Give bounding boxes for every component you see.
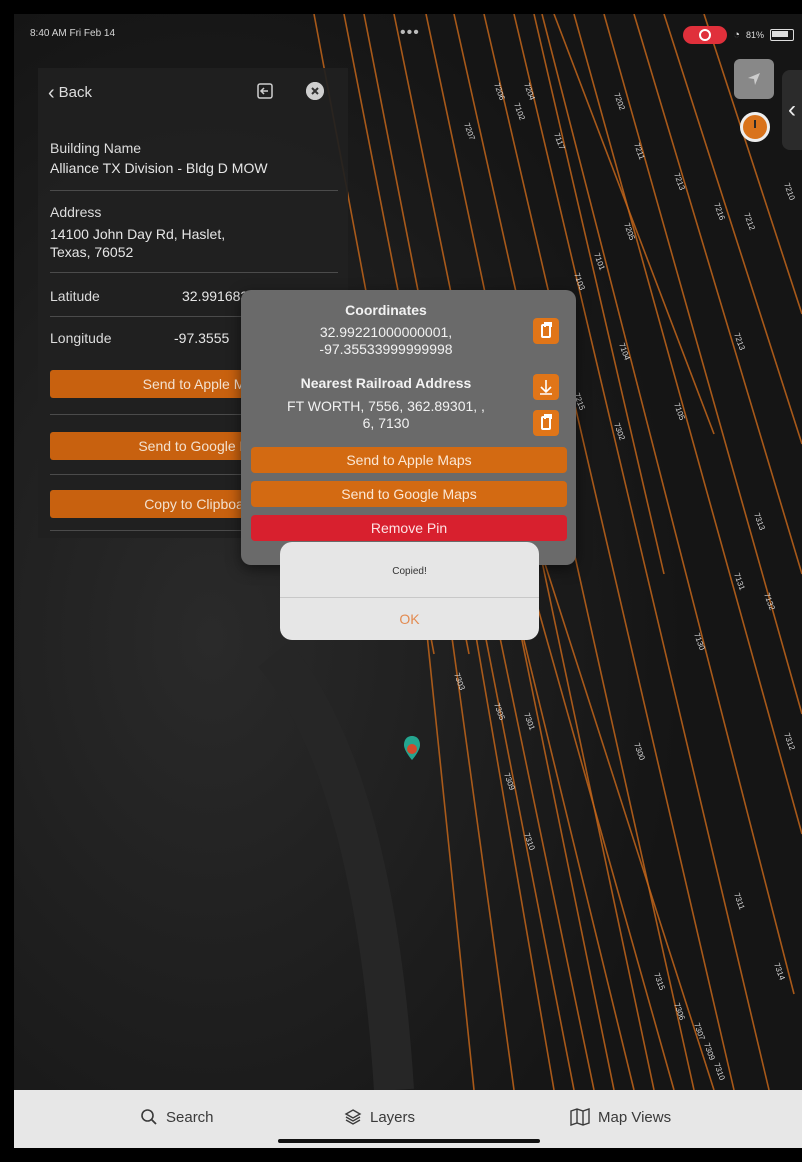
track-label: 7301 (522, 712, 537, 732)
track-label: 7210 (782, 182, 797, 202)
track-label: 7309 (502, 772, 517, 792)
track-label: 7206 (492, 82, 507, 102)
track-label: 7103 (572, 272, 587, 292)
coordinates-line-2: -97.35533999999998 (319, 341, 453, 357)
track-label: 7105 (672, 402, 687, 422)
clipboard-icon (541, 414, 552, 430)
device-screen: 7206 7102 7204 7117 7207 7202 7211 7213 7216 7212… (14, 14, 802, 1148)
tab-map-views-label: Map Views (598, 1108, 672, 1126)
wifi-icon: ◔ (733, 29, 740, 41)
track-label: 7211 (632, 142, 647, 162)
user-location-marker[interactable] (402, 734, 422, 762)
back-label: Back (58, 84, 93, 101)
tab-map-views[interactable]: Map Views (570, 1108, 671, 1126)
location-arrow-icon (748, 73, 760, 85)
home-indicator (278, 1139, 540, 1143)
status-indicators: ◔ 81% (683, 26, 794, 44)
track-label: 7315 (652, 972, 667, 992)
export-icon[interactable] (256, 82, 274, 100)
compass-button[interactable] (740, 112, 770, 142)
close-icon[interactable] (306, 82, 324, 100)
track-label: 7305 (492, 702, 507, 722)
search-icon (141, 1109, 157, 1125)
track-label: 7204 (522, 82, 537, 102)
longitude-label: Longitude (50, 330, 112, 346)
track-label: 7306 (672, 1002, 687, 1022)
track-label: 7307 (692, 1022, 707, 1042)
alert-ok-button[interactable]: OK (280, 598, 539, 640)
track-label: 7104 (617, 342, 632, 362)
map-icon (570, 1108, 590, 1126)
track-label: 7102 (512, 102, 527, 122)
address-line-2: Texas, 76052 (50, 244, 134, 260)
coordinates-line-1: 32.99221000000001, (319, 324, 453, 340)
panel-header: ‹ Back (38, 68, 348, 114)
track-line (633, 14, 802, 575)
railroad-address-value: FT WORTH, 7556, 362.89301, , 6, 7130 (241, 398, 531, 432)
tab-layers[interactable]: Layers (344, 1108, 415, 1126)
railroad-address-line-2: 6, 7130 (362, 415, 410, 431)
building-name-label: Building Name (50, 140, 142, 156)
track-label: 7300 (632, 742, 647, 762)
copied-alert-dialog: Copied! OK (280, 542, 539, 640)
track-label: 7207 (462, 122, 477, 142)
track-label: 7212 (742, 212, 757, 232)
multitask-dots[interactable]: ••• (400, 24, 420, 42)
recording-indicator[interactable] (683, 26, 728, 44)
address-line-1: 14100 John Day Rd, Haslet, (50, 226, 226, 242)
track-label: 7132 (762, 592, 777, 612)
popup-send-to-apple-maps-button[interactable]: Send to Apple Maps (251, 447, 567, 473)
battery-icon (770, 29, 794, 41)
locate-me-button[interactable] (734, 59, 774, 99)
railroad-address-title: Nearest Railroad Address (300, 375, 472, 391)
railroad-address-line-1: FT WORTH, 7556, 362.89301, , (287, 398, 485, 414)
chevron-left-icon: ‹ (788, 96, 796, 123)
track-label: 7310 (712, 1062, 727, 1082)
track-label: 7312 (782, 732, 797, 752)
building-name-value: Alliance TX Division - Bldg D MOW (50, 160, 268, 176)
remove-pin-button[interactable]: Remove Pin (251, 515, 567, 541)
track-line (573, 14, 802, 835)
download-arrow-icon (540, 380, 552, 395)
divider (50, 272, 338, 273)
track-label: 7311 (732, 892, 747, 912)
copy-coordinates-button[interactable] (533, 318, 559, 344)
coordinates-title: Coordinates (345, 302, 427, 318)
track-label: 7130 (692, 632, 707, 652)
record-icon (699, 29, 712, 41)
status-time: 8:40 AM Fri Feb 14 (30, 28, 116, 39)
track-label: 7313 (752, 512, 767, 532)
layers-icon (344, 1109, 362, 1125)
popup-send-to-google-maps-button[interactable]: Send to Google Maps (251, 481, 567, 507)
coordinates-value: 32.99221000000001, -97.35533999999998 (241, 324, 531, 358)
clipboard-icon (541, 322, 552, 338)
tab-search-label: Search (166, 1108, 214, 1126)
tab-layers-label: Layers (370, 1108, 416, 1126)
pin-info-popup: Coordinates 32.99221000000001, -97.35533… (241, 290, 576, 565)
back-button[interactable]: ‹ Back (48, 81, 93, 104)
track-label: 7213 (672, 172, 687, 192)
track-label: 7310 (522, 832, 537, 852)
track-label: 7202 (612, 92, 627, 112)
track-label: 7117 (552, 132, 567, 152)
chevron-left-icon: ‹ (48, 81, 55, 104)
side-panel-toggle[interactable]: ‹ (782, 70, 802, 150)
track-line (541, 14, 795, 995)
battery-percent: 81% (745, 30, 764, 40)
track-label: 7303 (452, 672, 467, 692)
download-button[interactable] (533, 374, 559, 400)
divider (50, 190, 338, 191)
copy-railroad-address-button[interactable] (533, 410, 559, 436)
tab-search[interactable]: Search (140, 1108, 214, 1126)
alert-message: Copied! (392, 566, 427, 577)
track-label: 7314 (772, 962, 787, 982)
address-label: Address (50, 204, 102, 220)
latitude-label: Latitude (50, 288, 100, 304)
